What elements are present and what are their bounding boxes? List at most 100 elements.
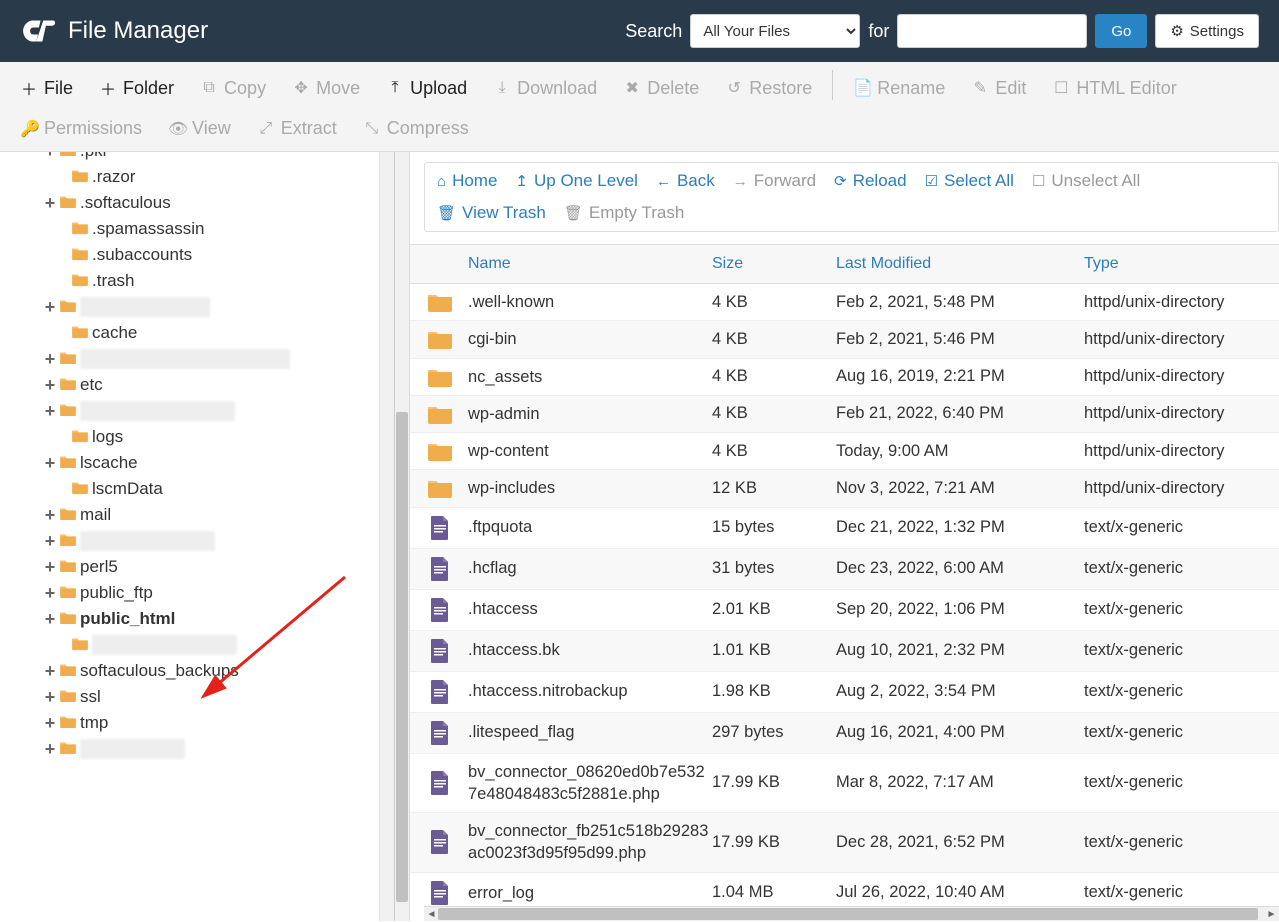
folder-tree-sidebar[interactable]: +.pki+.razor+.softaculous+.spamassassin+… (0, 152, 395, 921)
tree-item-hidden-19[interactable]: +. (0, 632, 394, 658)
tree-item-etc[interactable]: +etc (0, 372, 394, 398)
file-row[interactable]: .htaccess.bk1.01 KBAug 10, 2021, 2:32 PM… (410, 631, 1279, 672)
tree-item-spamassassin[interactable]: +.spamassassin (0, 216, 394, 242)
download-button[interactable]: ⤓Download (481, 68, 609, 108)
file-row[interactable]: .htaccess.nitrobackup1.98 KBAug 2, 2022,… (410, 672, 1279, 713)
tree-item-subaccounts[interactable]: +.subaccounts (0, 242, 394, 268)
file-panel-scrollbar[interactable] (395, 152, 410, 921)
tree-item-trash[interactable]: +.trash (0, 268, 394, 294)
tree-item-perl5[interactable]: +perl5 (0, 554, 394, 580)
sidebar-scrollbar[interactable] (379, 152, 394, 921)
col-size[interactable]: Size (712, 255, 836, 273)
empty-trash-button[interactable]: 🗑Empty Trash (564, 203, 684, 223)
tree-item-hidden-23[interactable]: +. (0, 736, 394, 762)
file-row[interactable]: cgi-bin4 KBFeb 2, 2021, 5:46 PMhttpd/uni… (410, 321, 1279, 358)
col-modified[interactable]: Last Modified (836, 255, 1084, 273)
reload-button[interactable]: ⟳Reload (834, 171, 906, 191)
scrollbar-thumb[interactable] (396, 412, 408, 902)
home-button[interactable]: ⌂Home (437, 171, 497, 191)
tree-item-lscache[interactable]: +lscache (0, 450, 394, 476)
restore-button[interactable]: ↺Restore (713, 68, 824, 108)
rename-button[interactable]: 📄Rename (841, 68, 957, 108)
folder-icon (59, 349, 77, 369)
file-row[interactable]: nc_assets4 KBAug 16, 2019, 2:21 PMhttpd/… (410, 359, 1279, 396)
file-row[interactable]: bv_connector_fb251c518b29283ac0023f3d95f… (410, 813, 1279, 873)
folder-icon (59, 583, 77, 603)
settings-button[interactable]: ⚙ Settings (1155, 14, 1259, 48)
file-row[interactable]: .hcflag31 bytesDec 23, 2022, 6:00 AMtext… (410, 549, 1279, 590)
file-row[interactable]: error_log1.04 MBJul 26, 2022, 10:40 AMte… (410, 873, 1279, 906)
toolbar-label: File (44, 78, 73, 99)
file-row[interactable]: .htaccess2.01 KBSep 20, 2022, 1:06 PMtex… (410, 590, 1279, 631)
toolbar-label: Delete (647, 78, 699, 99)
tree-item-lscmData[interactable]: +lscmData (0, 476, 394, 502)
file-row[interactable]: wp-content4 KBToday, 9:00 AMhttpd/unix-d… (410, 433, 1279, 470)
expander-icon[interactable]: + (44, 454, 56, 472)
file-row[interactable]: wp-includes12 KBNov 3, 2022, 7:21 AMhttp… (410, 470, 1279, 507)
tree-item-public_html[interactable]: +public_html (0, 606, 394, 632)
extract-button[interactable]: ⤢Extract (245, 110, 349, 147)
file-row[interactable]: bv_connector_08620ed0b7e5327e48048483c5f… (410, 754, 1279, 814)
tree-item-mail[interactable]: +mail (0, 502, 394, 528)
expander-icon[interactable]: + (44, 688, 56, 706)
tree-item-razor[interactable]: +.razor (0, 164, 394, 190)
expander-icon[interactable]: + (44, 506, 56, 524)
expander-icon[interactable]: + (44, 610, 56, 628)
expander-icon[interactable]: + (44, 298, 56, 316)
expander-icon[interactable]: + (44, 584, 56, 602)
expander-icon[interactable]: + (44, 376, 56, 394)
html-editor-button[interactable]: ☐HTML Editor (1040, 68, 1188, 108)
up-one-level-button[interactable]: ↥Up One Level (515, 171, 638, 191)
permissions-button[interactable]: 🔑Permissions (8, 110, 154, 147)
expander-icon[interactable]: + (44, 350, 56, 368)
file-icon (418, 770, 462, 796)
horizontal-scrollbar[interactable]: ◄ ► (424, 906, 1279, 921)
expander-icon[interactable]: + (44, 532, 56, 550)
col-type[interactable]: Type (1084, 255, 1271, 273)
tree-item-hidden-10[interactable]: +. (0, 398, 394, 424)
tree-item-ssl[interactable]: +ssl (0, 684, 394, 710)
file-button[interactable]: ＋File (8, 68, 85, 108)
scrollbar-thumb[interactable] (438, 908, 1258, 920)
folder-button[interactable]: ＋Folder (87, 68, 186, 108)
folder-icon (59, 531, 77, 551)
expander-icon[interactable]: + (44, 714, 56, 732)
expander-icon[interactable]: + (44, 152, 56, 160)
forward-button[interactable]: →Forward (733, 171, 816, 191)
tree-item-softaculous[interactable]: +.softaculous (0, 190, 394, 216)
tree-item-pki[interactable]: +.pki (0, 152, 394, 164)
unselect-all-button[interactable]: ☐Unselect All (1032, 171, 1140, 191)
tree-item-logs[interactable]: +logs (0, 424, 394, 450)
compress-button[interactable]: ⤡Compress (351, 110, 481, 147)
tree-item-tmp[interactable]: +tmp (0, 710, 394, 736)
view-button[interactable]: 👁View (156, 110, 243, 147)
expander-icon[interactable]: + (44, 740, 56, 758)
edit-button[interactable]: ✎Edit (959, 68, 1038, 108)
col-name[interactable]: Name (462, 255, 712, 273)
file-row[interactable]: .ftpquota15 bytesDec 21, 2022, 1:32 PMte… (410, 508, 1279, 549)
back-button[interactable]: ←Back (656, 171, 715, 191)
tree-item-hidden-15[interactable]: +. (0, 528, 394, 554)
go-button[interactable]: Go (1095, 14, 1147, 48)
tree-item-softaculous_backups[interactable]: +softaculous_backups (0, 658, 394, 684)
tree-item-hidden-6[interactable]: +. (0, 294, 394, 320)
upload-button[interactable]: ⤒Upload (374, 68, 479, 108)
move-button[interactable]: ✥Move (280, 68, 372, 108)
delete-button[interactable]: ✖Delete (611, 68, 711, 108)
search-scope-select[interactable]: All Your Files (690, 14, 860, 48)
file-row[interactable]: .well-known4 KBFeb 2, 2021, 5:48 PMhttpd… (410, 284, 1279, 321)
expander-icon[interactable]: + (44, 662, 56, 680)
select-all-button[interactable]: ☑Select All (925, 171, 1014, 191)
tree-item-hidden-8[interactable]: +. (0, 346, 394, 372)
col-icon (418, 255, 462, 273)
tree-item-public_ftp[interactable]: +public_ftp (0, 580, 394, 606)
tree-item-cache[interactable]: +cache (0, 320, 394, 346)
file-row[interactable]: .litespeed_flag297 bytesAug 16, 2021, 4:… (410, 713, 1279, 754)
expander-icon[interactable]: + (44, 402, 56, 420)
search-input[interactable] (897, 14, 1087, 48)
view-trash-button[interactable]: 🗑View Trash (437, 203, 546, 223)
expander-icon[interactable]: + (44, 558, 56, 576)
file-row[interactable]: wp-admin4 KBFeb 21, 2022, 6:40 PMhttpd/u… (410, 396, 1279, 433)
copy-button[interactable]: ⧉Copy (188, 68, 278, 108)
expander-icon[interactable]: + (44, 194, 56, 212)
